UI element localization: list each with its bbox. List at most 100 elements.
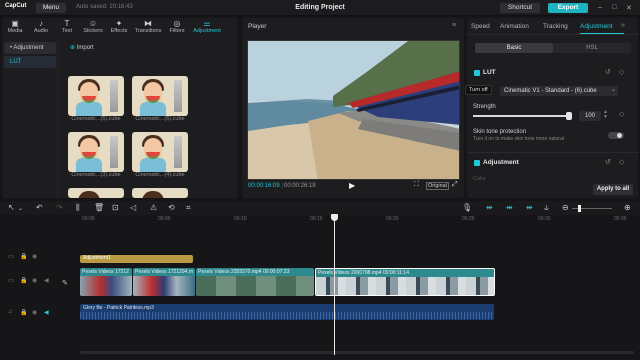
fullscreen-icon[interactable]: ⤢ [452,181,458,189]
adjustment-checkbox[interactable] [474,160,480,166]
mirror-icon[interactable]: ⚠ [150,203,157,212]
crop-icon[interactable]: ⌗ [186,203,191,213]
audio-clip[interactable]: Glory Be - Patrick Patrikios.mp3 [80,304,494,320]
thumb-shirt [76,158,102,172]
tab-transitions[interactable]: ⧓ Transitions [132,18,164,38]
playhead-handle[interactable] [331,214,338,221]
maximize-icon[interactable]: □ [612,4,616,11]
menu-button[interactable]: Menu [36,3,66,13]
skin-tone-toggle[interactable] [608,132,624,139]
zoom-knob[interactable] [578,205,581,212]
sidebar-item-lut[interactable]: LUT [4,56,56,68]
delete-icon[interactable]: 🗑 [94,203,104,212]
video-preview[interactable] [247,40,460,180]
lut-select[interactable]: Cinematic V1 - Standard - (6).cube [500,86,618,96]
strength-slider[interactable] [473,112,572,120]
audio-mute-icon[interactable]: ◀ [44,277,49,284]
tab-tracking[interactable]: Tracking [543,23,568,30]
lock-icon[interactable]: 🔒 [20,253,27,260]
video-clip[interactable]: Pexels Videos 1721294.m [133,268,195,296]
audio-mute-icon[interactable]: ◀ [44,309,49,316]
reset-icon[interactable]: ↺ [605,68,611,76]
strength-input[interactable]: 100 [579,111,601,121]
thumb-swatch [174,80,182,112]
shortcut-button[interactable]: Shortcut [500,3,540,13]
eye-icon[interactable]: ◉ [32,253,37,260]
tab-audio[interactable]: ♪ Audio [28,18,54,38]
app-logo: CapCut [5,3,27,9]
zoom-in-icon[interactable]: ⊕ [624,203,631,212]
cover-edit-icon[interactable]: ✎ [62,279,68,287]
audio-track-icon: ♫ [8,309,13,315]
freeze-icon[interactable]: ⊡ [112,203,119,212]
lut-thumbnail[interactable] [132,76,188,116]
hamburger-icon[interactable]: ≡ [452,22,456,29]
select-tool-icon[interactable]: ↖ [8,203,15,212]
thumb-shirt [140,102,166,116]
eye-icon[interactable]: ◉ [32,277,37,284]
skin-tone-hint: Turn it on to make skin tone more natura… [473,136,564,142]
reset-icon[interactable]: ↺ [605,158,611,166]
keyframe-icon[interactable]: ◇ [619,68,624,76]
adjustment-section-label: Adjustment [483,159,519,166]
stepper-icon[interactable]: ▲ ▼ [603,110,608,120]
tab-text[interactable]: T Text [54,18,80,38]
tab-adjustment-props[interactable]: Adjustment [580,23,613,30]
autosave-status: Auto saved: 20:16:43 [76,4,133,10]
timeline-toolbar: ↖ ⌄ ↶ ↷ ⫼ 🗑 ⊡ ◁ ⚠ ⟲ ⌗ 🎙 ⇹ ⇹ ⇹ ⫝ ⊖ ⊕ [0,201,640,215]
rotate-icon[interactable]: ⟲ [168,203,175,212]
sidebar-item-adjustment[interactable]: • Adjustment [4,42,56,54]
original-ratio-button[interactable]: Original [426,182,449,190]
lut-thumbnail[interactable] [132,188,188,198]
lut-checkbox[interactable] [474,70,480,76]
fit-screen-icon[interactable]: ⛶ [414,181,419,189]
timeline-tracks: ▭ 🔒 ◉ Adjustment1 ▭ 🔒 ◉ ◀ ✎ Pexels Video… [0,225,640,360]
lut-thumbnail[interactable] [68,132,124,172]
video-clip[interactable]: Pexels Videos 2355570.mp4 00:00:07:23 [196,268,314,296]
tab-stickers[interactable]: ☺ Stickers [80,18,106,38]
import-button[interactable]: ⊕ Import [70,44,94,51]
export-button[interactable]: Export [548,3,588,13]
magnet-icon[interactable]: ⇹ [506,203,513,212]
link-main-icon[interactable]: ⇹ [486,203,493,212]
video-clip[interactable]: Pexels Videos 17212 [80,268,132,296]
lock-icon[interactable]: 🔒 [20,277,27,284]
seg-basic[interactable]: Basic [475,43,553,53]
tab-filters[interactable]: ◎ Filters [164,18,190,38]
tab-media[interactable]: ▣ Media [2,18,28,38]
lock-icon[interactable]: 🔒 [20,309,27,316]
lut-thumbnail[interactable] [68,76,124,116]
main-track-header: ▭ 🔒 ◉ ◀ ✎ [0,277,76,295]
chevron-down-icon[interactable]: ⌄ [18,205,23,212]
seg-hsl[interactable]: HSL [553,43,631,53]
reverse-icon[interactable]: ◁ [130,203,136,212]
lut-thumbnail[interactable] [132,132,188,172]
tab-effects[interactable]: ✦ Effects [106,18,132,38]
split-icon[interactable]: ⫼ [76,203,80,213]
selected-video-clip[interactable]: Pexels Videos 2000798.mp4 00:00:11:14 [315,268,495,296]
apply-to-all-button[interactable]: Apply to all [593,184,633,195]
timeline-scrollbar[interactable] [80,351,634,354]
microphone-icon[interactable]: 🎙 [462,203,472,212]
chevron-down-icon[interactable]: ⌄ [611,86,616,93]
undo-icon[interactable]: ↶ [36,203,43,212]
tab-speed[interactable]: Speed [471,23,490,30]
strength-knob[interactable] [566,112,572,120]
ruler-tick: 00:20 [386,216,399,222]
tab-animation[interactable]: Animation [500,23,529,30]
preview-axis-icon[interactable]: ⫝ [544,203,549,213]
play-icon[interactable]: ▶ [349,181,355,190]
lut-thumbnail[interactable] [68,188,124,198]
linkage-icon[interactable]: ⇹ [526,203,533,212]
keyframe-icon[interactable]: ◇ [619,110,624,118]
adjustment-clip[interactable]: Adjustment1 [80,255,193,263]
eye-icon[interactable]: ◉ [32,309,37,316]
tab-adjustment[interactable]: ⚌ Adjustment [190,18,224,38]
timeline-ruler[interactable]: 00:00 00:05 00:10 00:15 00:20 00:25 00:3… [80,215,640,225]
keyframe-icon[interactable]: ◇ [619,158,624,166]
playhead[interactable] [334,215,335,355]
minimize-icon[interactable]: – [598,4,602,11]
close-icon[interactable]: ✕ [626,4,632,12]
more-icon[interactable]: » [621,22,625,29]
zoom-out-icon[interactable]: ⊖ [562,203,569,212]
